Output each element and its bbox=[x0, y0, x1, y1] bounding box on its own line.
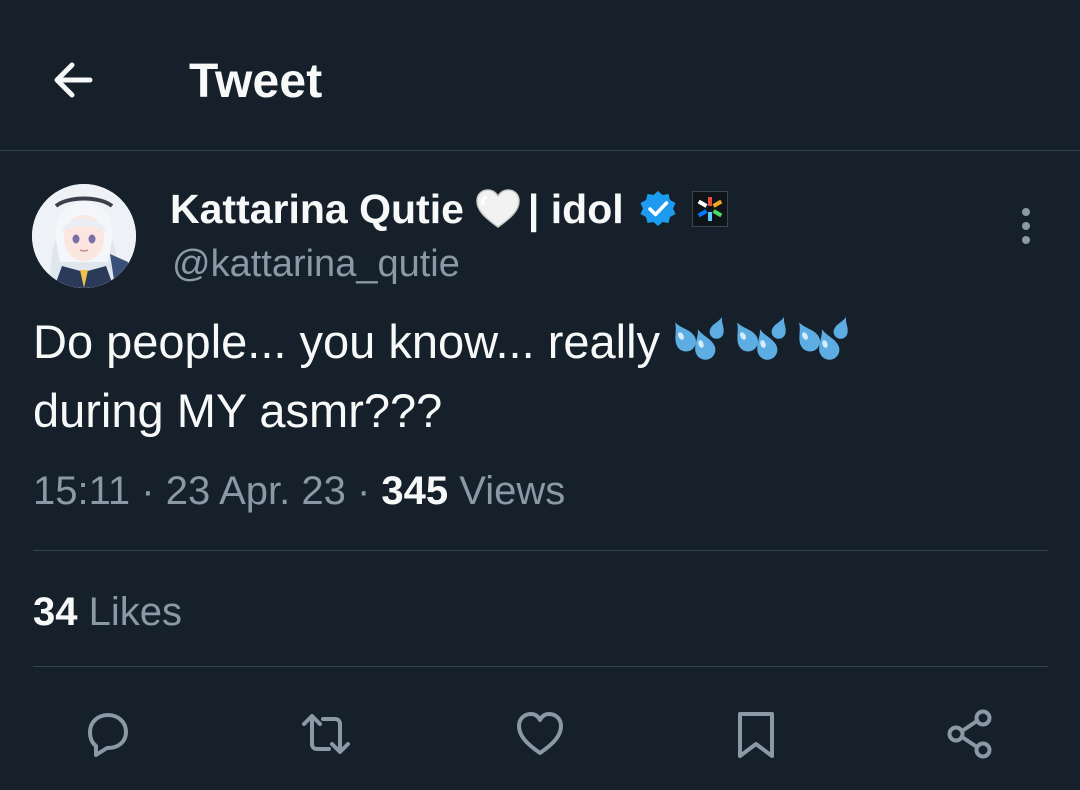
author-name: Kattarina Qutie bbox=[170, 185, 464, 232]
bookmark-button[interactable] bbox=[728, 706, 784, 762]
back-button[interactable] bbox=[46, 52, 102, 108]
avatar[interactable] bbox=[32, 184, 136, 288]
header-divider bbox=[0, 150, 1080, 151]
author-name-suffix: | idol bbox=[527, 185, 624, 232]
bookmark-icon bbox=[738, 712, 774, 758]
verified-badge-icon bbox=[638, 189, 678, 229]
arrow-left-icon bbox=[54, 62, 93, 98]
reply-button[interactable] bbox=[80, 706, 136, 762]
meta-divider bbox=[33, 550, 1048, 551]
likes-count: 34 bbox=[33, 590, 78, 634]
top-bar: Tweet bbox=[0, 0, 1080, 150]
tweet-text-part-1: Do people... you know... really bbox=[33, 315, 661, 368]
more-vertical-icon bbox=[1022, 208, 1030, 244]
avatar-anime-girl-icon bbox=[32, 184, 136, 288]
likes-label: Likes bbox=[88, 590, 183, 634]
likes-summary[interactable]: 34 Likes bbox=[33, 587, 182, 637]
share-icon bbox=[947, 709, 992, 759]
share-button[interactable] bbox=[942, 706, 998, 762]
tweet-meta: 15:11 · 23 Apr. 23 · 345 Views bbox=[33, 466, 565, 516]
tweet-date[interactable]: 23 Apr. 23 bbox=[166, 469, 346, 513]
tweet-time[interactable]: 15:11 bbox=[33, 469, 130, 513]
tweet-text-line-2: during MY asmr??? bbox=[33, 384, 443, 437]
reply-icon bbox=[88, 713, 128, 757]
sweat-droplets-emoji-icon bbox=[668, 314, 854, 380]
page-title: Tweet bbox=[189, 55, 323, 108]
more-options-button[interactable] bbox=[1006, 204, 1046, 248]
author-handle[interactable]: @kattarina_qutie bbox=[172, 240, 460, 288]
author-display-name[interactable]: Kattarina Qutie | idol bbox=[170, 184, 728, 234]
retweet-button[interactable] bbox=[298, 706, 354, 762]
views-label: Views bbox=[459, 469, 566, 513]
meta-separator: · bbox=[141, 469, 166, 513]
like-button[interactable] bbox=[512, 706, 568, 762]
meta-separator: · bbox=[356, 469, 382, 513]
retweet-icon bbox=[302, 714, 350, 754]
white-heart-icon bbox=[474, 187, 522, 231]
tweet-text-line-1: Do people... you know... really bbox=[33, 311, 1033, 380]
views-count: 345 bbox=[381, 469, 449, 513]
affiliate-logo-icon[interactable] bbox=[691, 191, 728, 227]
actions-divider bbox=[33, 666, 1048, 667]
tweet-text: Do people... you know... really during M… bbox=[33, 311, 1033, 441]
like-heart-icon bbox=[517, 712, 563, 755]
